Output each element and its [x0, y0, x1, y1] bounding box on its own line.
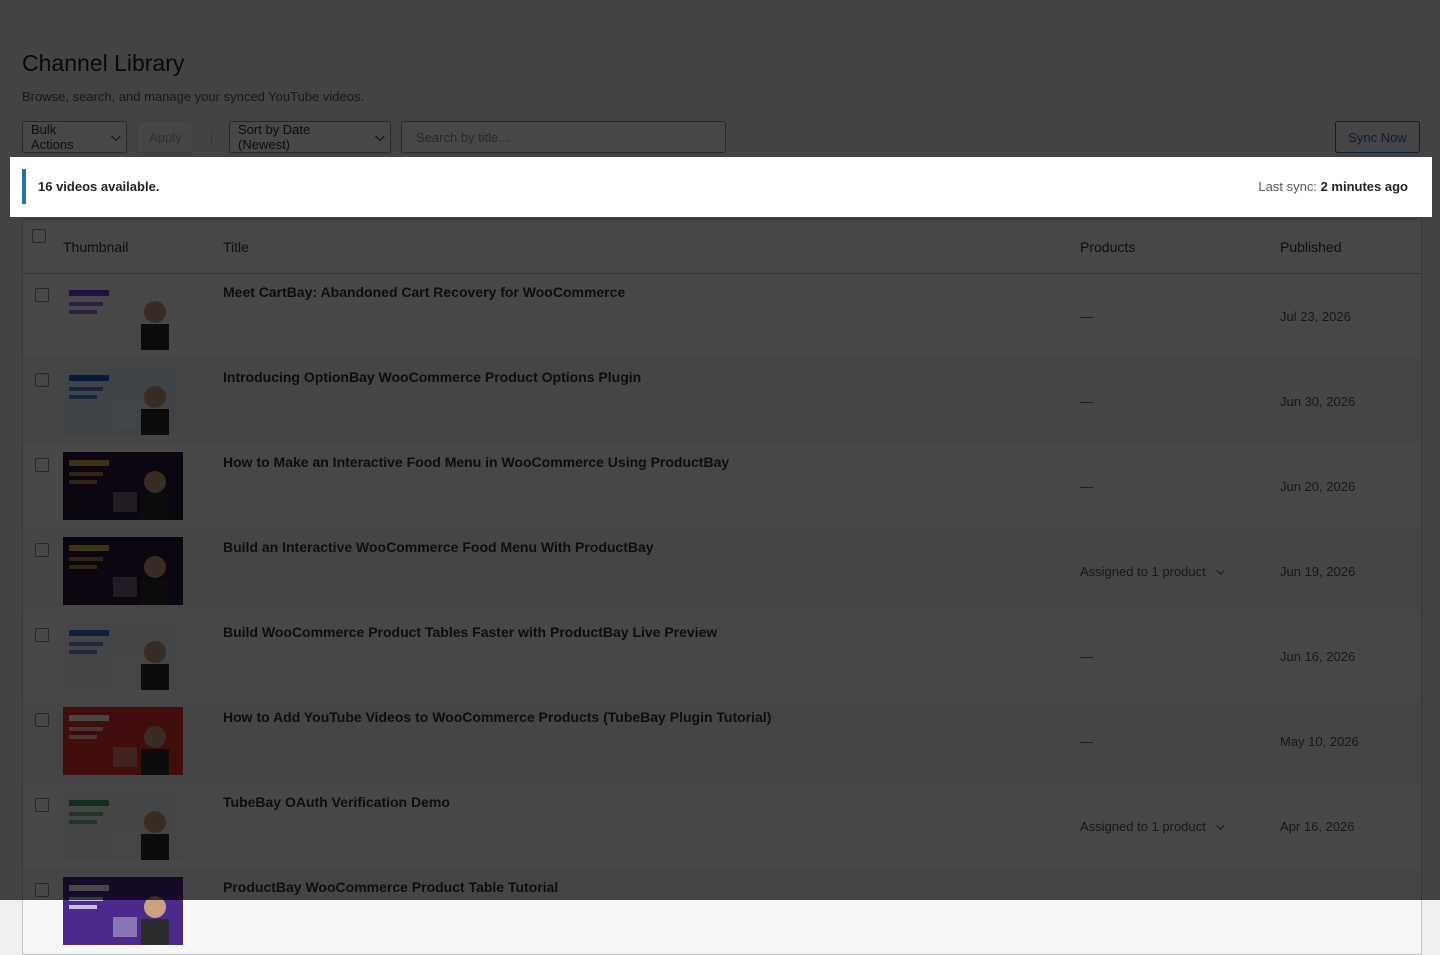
row-checkbox[interactable] — [35, 543, 49, 557]
published-date: Jun 30, 2026 — [1280, 394, 1356, 409]
table-row: Introducing OptionBay WooCommerce Produc… — [23, 359, 1421, 444]
products-label: Assigned to 1 product — [1080, 564, 1206, 579]
products-label: — — [1080, 734, 1093, 749]
video-thumbnail[interactable] — [63, 537, 183, 605]
toolbar: Bulk Actions Apply Sort by Date (Newest)… — [22, 121, 1420, 153]
videos-table: Thumbnail Title Products Published Meet … — [22, 219, 1422, 955]
published-date: May 10, 2026 — [1280, 734, 1359, 749]
toolbar-divider — [211, 130, 212, 144]
chevron-down-icon — [1215, 565, 1225, 575]
sync-now-button[interactable]: Sync Now — [1335, 121, 1420, 153]
table-row: Build WooCommerce Product Tables Faster … — [23, 614, 1421, 699]
search-input[interactable] — [414, 128, 713, 146]
video-thumbnail[interactable] — [63, 707, 183, 775]
row-checkbox[interactable] — [35, 798, 49, 812]
video-thumbnail[interactable] — [63, 877, 183, 945]
select-all-checkbox[interactable] — [32, 229, 46, 243]
video-title[interactable]: TubeBay OAuth Verification Demo — [223, 794, 450, 810]
products-cell: — — [1080, 649, 1093, 664]
video-title[interactable]: Introducing OptionBay WooCommerce Produc… — [223, 369, 641, 385]
table-body: Meet CartBay: Abandoned Cart Recovery fo… — [23, 274, 1421, 954]
table-row: ProductBay WooCommerce Product Table Tut… — [23, 869, 1421, 954]
table-row: How to Add YouTube Videos to WooCommerce… — [23, 699, 1421, 784]
video-title[interactable]: Build an Interactive WooCommerce Food Me… — [223, 539, 654, 555]
video-title[interactable]: How to Make an Interactive Food Menu in … — [223, 454, 729, 470]
column-title[interactable]: Title — [223, 239, 249, 255]
products-cell: — — [1080, 479, 1093, 494]
row-checkbox[interactable] — [35, 883, 49, 897]
video-count: 16 videos available. — [38, 179, 160, 194]
published-date: Jun 16, 2026 — [1280, 649, 1356, 664]
sort-label: Sort by Date (Newest) — [238, 122, 311, 152]
thumbnail-image — [63, 792, 183, 860]
products-label: — — [1080, 649, 1093, 664]
videos-notice: 16 videos available. Last sync: 2 minute… — [22, 169, 1420, 204]
row-checkbox[interactable] — [35, 713, 49, 727]
products-cell[interactable]: Assigned to 1 product — [1080, 819, 1225, 834]
chevron-down-icon — [375, 130, 385, 141]
row-checkbox[interactable] — [35, 458, 49, 472]
products-label: — — [1080, 479, 1093, 494]
table-row: How to Make an Interactive Food Menu in … — [23, 444, 1421, 529]
thumbnail-image — [63, 452, 183, 520]
row-checkbox[interactable] — [35, 373, 49, 387]
row-checkbox[interactable] — [35, 288, 49, 302]
channel-library-page: Channel Library Browse, search, and mana… — [0, 0, 1440, 955]
video-thumbnail[interactable] — [63, 622, 183, 690]
notice-highlight: 16 videos available. Last sync: 2 minute… — [10, 157, 1432, 217]
thumbnail-image — [63, 282, 183, 350]
page-title: Channel Library — [22, 50, 185, 76]
video-thumbnail[interactable] — [63, 452, 183, 520]
published-date: Jun 19, 2026 — [1280, 564, 1356, 579]
video-title[interactable]: How to Add YouTube Videos to WooCommerce… — [223, 709, 771, 725]
column-thumbnail: Thumbnail — [63, 239, 129, 255]
table-row: Meet CartBay: Abandoned Cart Recovery fo… — [23, 274, 1421, 359]
published-date: Apr 16, 2026 — [1280, 819, 1355, 834]
video-thumbnail[interactable] — [63, 367, 183, 435]
apply-button[interactable]: Apply — [137, 121, 194, 153]
column-published[interactable]: Published — [1280, 239, 1342, 255]
products-cell[interactable]: Assigned to 1 product — [1080, 564, 1225, 579]
column-products: Products — [1080, 239, 1136, 255]
row-checkbox[interactable] — [35, 628, 49, 642]
thumbnail-image — [63, 622, 183, 690]
products-cell: — — [1080, 734, 1093, 749]
video-title[interactable]: ProductBay WooCommerce Product Table Tut… — [223, 879, 558, 895]
table-row: TubeBay OAuth Verification Demo Assigned … — [23, 784, 1421, 869]
video-thumbnail[interactable] — [63, 792, 183, 860]
products-cell: — — [1080, 394, 1093, 409]
products-label: Assigned to 1 product — [1080, 819, 1206, 834]
table-row: Build an Interactive WooCommerce Food Me… — [23, 529, 1421, 614]
published-date: Jun 20, 2026 — [1280, 479, 1356, 494]
last-sync-label: Last sync: — [1258, 179, 1317, 194]
products-label: — — [1080, 309, 1093, 324]
published-date: Jul 23, 2026 — [1280, 309, 1351, 324]
chevron-down-icon — [111, 130, 121, 141]
search-field[interactable] — [401, 121, 726, 153]
products-cell: — — [1080, 309, 1093, 324]
products-label: — — [1080, 394, 1093, 409]
thumbnail-image — [63, 707, 183, 775]
page-subtitle: Browse, search, and manage your synced Y… — [22, 89, 365, 104]
sort-select[interactable]: Sort by Date (Newest) — [229, 121, 391, 153]
table-header: Thumbnail Title Products Published — [23, 220, 1421, 274]
thumbnail-image — [63, 367, 183, 435]
chevron-down-icon — [1215, 820, 1225, 830]
bulk-actions-label: Bulk Actions — [31, 122, 74, 152]
video-title[interactable]: Build WooCommerce Product Tables Faster … — [223, 624, 717, 640]
video-title[interactable]: Meet CartBay: Abandoned Cart Recovery fo… — [223, 284, 625, 300]
video-thumbnail[interactable] — [63, 282, 183, 350]
last-sync-value: 2 minutes ago — [1320, 179, 1408, 194]
thumbnail-image — [63, 537, 183, 605]
thumbnail-image — [63, 877, 183, 945]
bulk-actions-select[interactable]: Bulk Actions — [22, 121, 127, 153]
last-sync-info: Last sync: 2 minutes ago — [1258, 179, 1408, 194]
